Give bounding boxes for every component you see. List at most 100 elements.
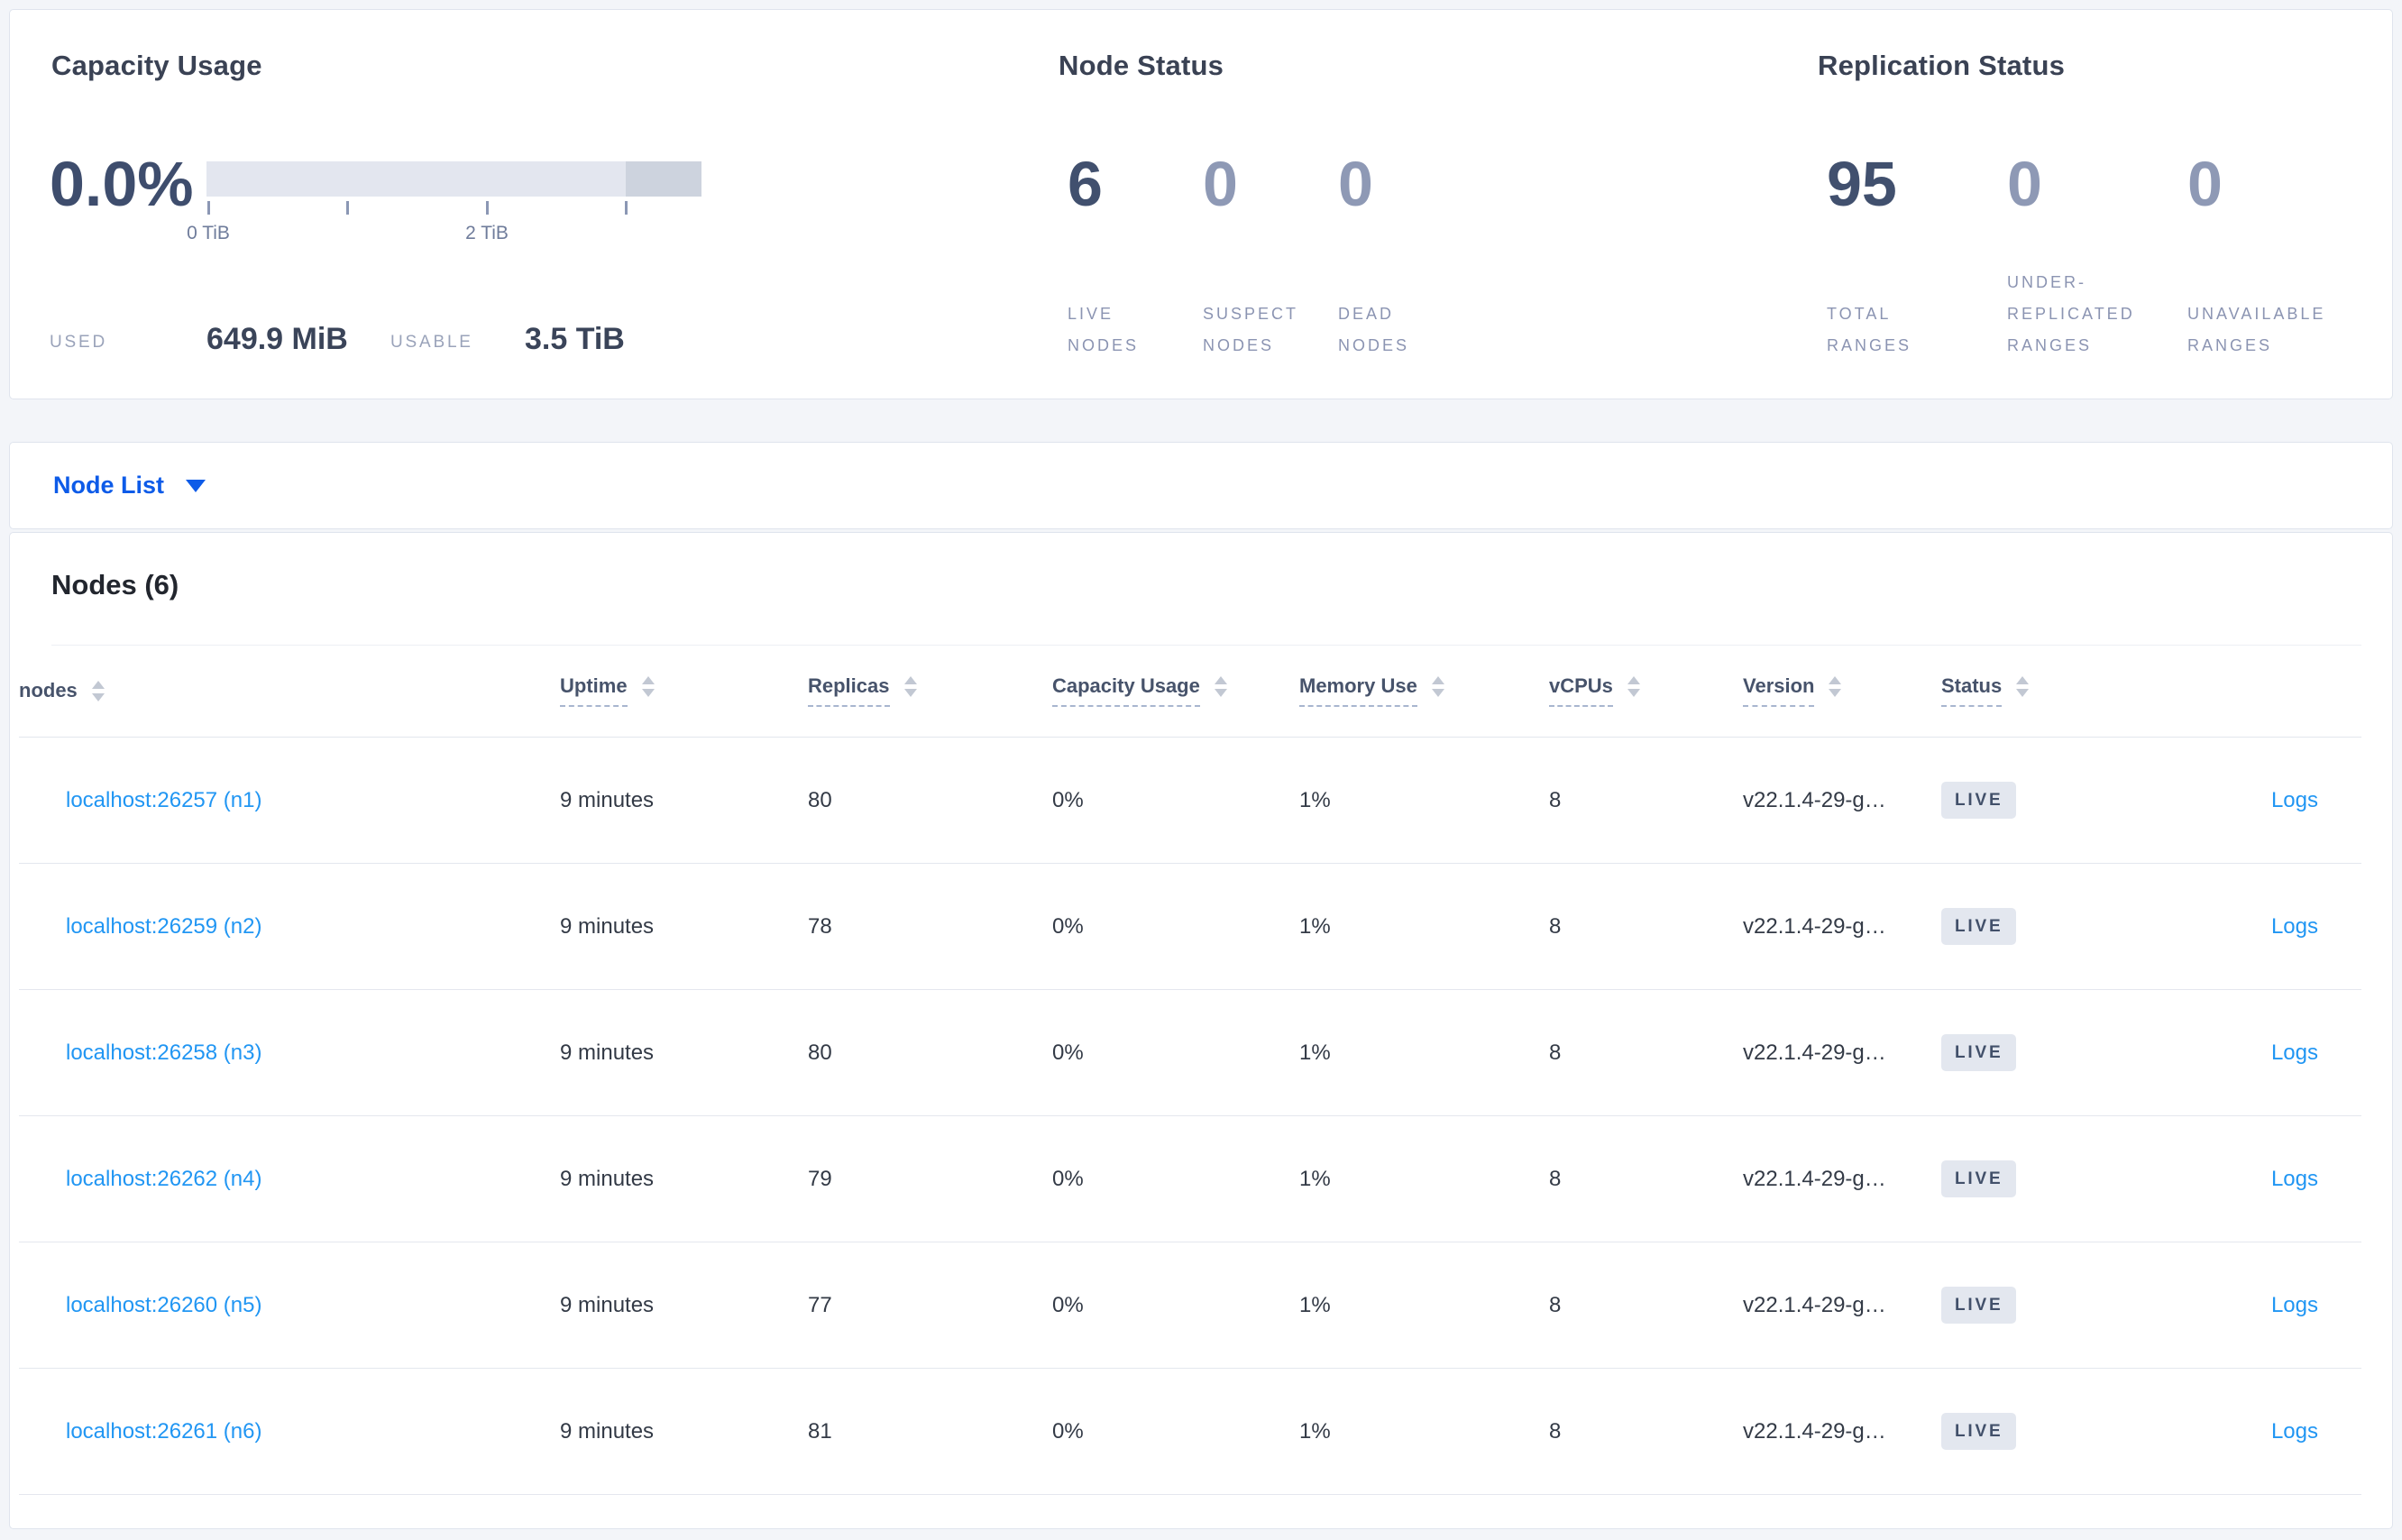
sort-icon (1627, 675, 1640, 697)
vcpus-cell: 8 (1549, 913, 1562, 939)
logs-link[interactable]: Logs (2271, 1293, 2318, 1317)
cluster-summary-panel: Capacity Usage 0.0% 0 TiB 2 TiB USED 649… (9, 9, 2393, 399)
replicas-cell: 77 (808, 1292, 832, 1317)
stat-label: UNAVAILABLE RANGES (2187, 304, 2326, 354)
stat-label: DEAD NODES (1338, 304, 1410, 354)
logs-link[interactable]: Logs (2271, 1419, 2318, 1444)
replicas-cell: 81 (808, 1418, 832, 1444)
sort-down-icon (91, 692, 105, 701)
replicas-cell: 79 (808, 1166, 832, 1191)
tick-mark-icon (486, 201, 489, 215)
capacity-usage-title: Capacity Usage (51, 50, 262, 81)
stat-label: TOTAL RANGES (1827, 304, 1912, 354)
vcpus-cell: 8 (1549, 1166, 1562, 1191)
nodes-table-title: Nodes (6) (51, 569, 179, 600)
status-badge: LIVE (1941, 908, 2017, 945)
node-status-stats: 6 LIVE NODES 0 SUSPECT NODES 0 DEAD NODE… (1059, 10, 1464, 399)
node-link[interactable]: localhost:26260 (n5) (66, 1293, 261, 1317)
status-badge: LIVE (1941, 1160, 2017, 1197)
stat-label: UNDER-REPLICATED RANGES (2007, 272, 2135, 354)
sort-down-icon (1214, 688, 1227, 697)
sort-icon (1829, 675, 1842, 697)
node-link[interactable]: localhost:26259 (n2) (66, 914, 261, 939)
logs-link[interactable]: Logs (2271, 1167, 2318, 1191)
sort-down-icon (1627, 688, 1640, 697)
vcpus-cell: 8 (1549, 1418, 1562, 1444)
column-header[interactable]: nodes (19, 679, 560, 702)
stat-column: 0 UNAVAILABLE RANGES (2178, 10, 2359, 399)
capacity-usage-cell: 0% (1052, 1292, 1084, 1317)
table-row: localhost:26259 (n2) 9 minutes 78 0% 1% … (19, 864, 2361, 990)
view-selector-bar: Node List (9, 442, 2393, 529)
table-row: localhost:26258 (n3) 9 minutes 80 0% 1% … (19, 990, 2361, 1116)
stat-column: 0 SUSPECT NODES (1194, 10, 1329, 399)
logs-link[interactable]: Logs (2271, 1040, 2318, 1065)
logs-link[interactable]: Logs (2271, 914, 2318, 939)
version-cell: v22.1.4-29-g… (1743, 1040, 1886, 1065)
used-value: 649.9 MiB (206, 322, 348, 356)
memory-use-cell: 1% (1299, 1418, 1331, 1444)
replicas-cell: 78 (808, 913, 832, 939)
stat-value: 0 (1203, 149, 1238, 219)
sort-up-icon (2016, 675, 2030, 684)
sort-up-icon (1431, 675, 1444, 684)
memory-use-cell: 1% (1299, 913, 1331, 939)
version-cell: v22.1.4-29-g… (1743, 787, 1886, 812)
sort-down-icon (1829, 688, 1842, 697)
capacity-usage-bar (206, 161, 701, 197)
table-row: localhost:26261 (n6) 9 minutes 81 0% 1% … (19, 1369, 2361, 1495)
uptime-cell: 9 minutes (560, 787, 655, 812)
uptime-cell: 9 minutes (560, 1166, 655, 1191)
status-badge: LIVE (1941, 1287, 2017, 1324)
sort-down-icon (2016, 688, 2030, 697)
column-header[interactable]: vCPUs (1549, 674, 1743, 707)
column-header-label: Status (1941, 674, 2003, 707)
sort-icon (1214, 675, 1227, 697)
sort-up-icon (641, 675, 655, 684)
logs-link[interactable]: Logs (2271, 788, 2318, 812)
capacity-usage-cell: 0% (1052, 1166, 1084, 1191)
column-header[interactable]: Memory Use (1299, 674, 1549, 707)
node-list-dropdown-label: Node List (53, 472, 165, 499)
column-header[interactable]: Status (1941, 674, 2167, 707)
sort-up-icon (1829, 675, 1842, 684)
caret-down-icon (186, 479, 206, 492)
sort-icon (1431, 675, 1444, 697)
replication-status-stats: 95 TOTAL RANGES 0 UNDER-REPLICATED RANGE… (1818, 10, 2359, 399)
column-header-label: Capacity Usage (1052, 674, 1200, 707)
column-header[interactable]: Version (1743, 674, 1941, 707)
stat-label: SUSPECT NODES (1203, 304, 1298, 354)
stat-value: 0 (2007, 149, 2042, 219)
version-cell: v22.1.4-29-g… (1743, 1166, 1886, 1191)
stat-value: 0 (2187, 149, 2223, 219)
sort-up-icon (91, 680, 105, 689)
status-badge: LIVE (1941, 782, 2017, 819)
table-body: localhost:26257 (n1) 9 minutes 80 0% 1% … (19, 738, 2361, 1495)
tick-label: 2 TiB (465, 223, 509, 243)
tick-mark-icon (625, 201, 628, 215)
vcpus-cell: 8 (1549, 1292, 1562, 1317)
node-link[interactable]: localhost:26261 (n6) (66, 1419, 261, 1444)
node-link[interactable]: localhost:26257 (n1) (66, 788, 261, 812)
node-link[interactable]: localhost:26258 (n3) (66, 1040, 261, 1065)
column-header-label: Replicas (808, 674, 890, 707)
memory-use-cell: 1% (1299, 1040, 1331, 1065)
sort-up-icon (1214, 675, 1227, 684)
capacity-bar-end-segment (626, 161, 701, 197)
column-header-label: vCPUs (1549, 674, 1613, 707)
node-list-dropdown[interactable]: Node List (53, 443, 206, 528)
status-badge: LIVE (1941, 1034, 2017, 1071)
node-link[interactable]: localhost:26262 (n4) (66, 1167, 261, 1191)
column-header[interactable]: Replicas (808, 674, 1052, 707)
column-header[interactable]: Capacity Usage (1052, 674, 1299, 707)
cluster-overview-page: Capacity Usage 0.0% 0 TiB 2 TiB USED 649… (0, 0, 2402, 1540)
tick-mark-icon (207, 201, 210, 215)
version-cell: v22.1.4-29-g… (1743, 1418, 1886, 1444)
vcpus-cell: 8 (1549, 1040, 1562, 1065)
stat-column: 0 UNDER-REPLICATED RANGES (1998, 10, 2178, 399)
replicas-cell: 80 (808, 1040, 832, 1065)
nodes-table-card: Nodes (6) nodes Uptime Replicas Capacity… (9, 532, 2393, 1529)
tick-mark-icon (346, 201, 349, 215)
nodes-table: nodes Uptime Replicas Capacity Usage Mem… (19, 645, 2361, 1495)
column-header[interactable]: Uptime (560, 674, 808, 707)
